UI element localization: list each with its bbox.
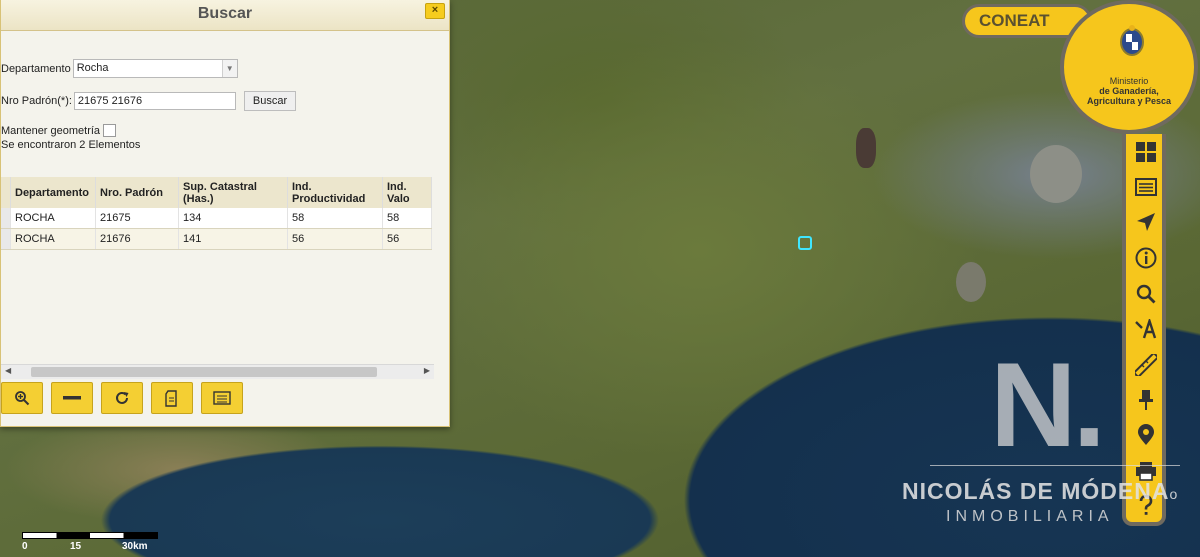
watermark-name-text: NICOLÁS DE MÓDENA xyxy=(902,478,1170,504)
padron-row: Nro Padrón(*): Buscar xyxy=(1,91,297,111)
column-header[interactable]: Sup. Catastral (Has.) xyxy=(178,177,288,208)
cell-valor: 56 xyxy=(382,228,432,250)
reservoir-feature xyxy=(856,128,876,168)
map-scale-bar: 0 15 30km xyxy=(20,532,160,554)
mantener-row: Mantener geometría xyxy=(1,124,117,137)
scale-label: 30km xyxy=(122,541,148,552)
list-icon xyxy=(213,391,231,405)
scroll-right-icon[interactable]: ▶ xyxy=(424,366,430,375)
cell-superficie: 134 xyxy=(178,208,288,229)
ministry-name: Ministerio de Ganadería, Agricultura y P… xyxy=(1064,76,1194,106)
close-button[interactable]: × xyxy=(425,3,445,19)
search-panel: Buscar × Departamento Rocha ▼ Nro Padrón… xyxy=(0,0,450,427)
lake-feature xyxy=(1030,145,1082,203)
column-header[interactable]: Nro. Padrón xyxy=(95,177,179,208)
scrollbar-thumb[interactable] xyxy=(31,367,377,377)
table-row[interactable]: ROCHA 21675 134 58 58 xyxy=(1,208,432,229)
cell-departamento: ROCHA xyxy=(10,208,96,229)
departamento-row: Departamento Rocha ▼ xyxy=(1,59,238,78)
watermark-initial: N. xyxy=(990,338,1106,472)
cell-valor: 58 xyxy=(382,208,432,229)
departamento-select[interactable]: Rocha ▼ xyxy=(72,59,238,78)
mantener-checkbox[interactable] xyxy=(103,124,117,137)
tools-sidebar xyxy=(1122,134,1166,526)
pin-icon[interactable] xyxy=(1134,388,1158,412)
lake-feature xyxy=(956,262,986,302)
report-button[interactable] xyxy=(151,382,193,414)
table-header-row: Departamento Nro. Padrón Sup. Catastral … xyxy=(1,177,432,208)
table-row[interactable]: ROCHA 21676 141 56 56 xyxy=(1,228,432,250)
row-gutter xyxy=(1,208,11,229)
ruler-icon[interactable] xyxy=(1134,353,1158,377)
departamento-label: Departamento xyxy=(1,62,71,75)
result-count: Se encontraron 2 Elementos xyxy=(1,139,141,151)
ministry-line3: Agricultura y Pesca xyxy=(1086,96,1172,106)
navigate-icon[interactable] xyxy=(1134,210,1158,234)
ministry-line2: de Ganadería, xyxy=(1099,86,1159,96)
cell-padron: 21676 xyxy=(95,228,179,250)
column-header[interactable]: Ind. Productividad xyxy=(287,177,383,208)
ministry-badge: Ministerio de Ganadería, Agricultura y P… xyxy=(1060,0,1198,134)
remove-button[interactable] xyxy=(51,382,93,414)
watermark-name: NICOLÁS DE MÓDENAo xyxy=(902,478,1178,505)
row-gutter xyxy=(1,228,11,250)
document-icon xyxy=(165,389,177,407)
row-gutter xyxy=(1,177,11,208)
cell-departamento: ROCHA xyxy=(10,228,96,250)
cell-productividad: 58 xyxy=(287,208,383,229)
parcel-highlight[interactable] xyxy=(798,236,812,250)
cell-padron: 21675 xyxy=(95,208,179,229)
ministry-shield-icon xyxy=(1120,25,1144,56)
ministry-line1: Ministerio xyxy=(1109,76,1149,86)
refresh-button[interactable] xyxy=(101,382,143,414)
panel-toolbar xyxy=(1,382,243,414)
watermark-divider xyxy=(930,465,1180,466)
layers-list-icon[interactable] xyxy=(1134,175,1158,199)
watermark-mark: o xyxy=(1169,486,1179,502)
buscar-button[interactable]: Buscar xyxy=(243,91,297,111)
scroll-left-icon[interactable]: ◀ xyxy=(5,366,11,375)
scale-bar-graphic xyxy=(22,532,158,539)
column-header[interactable]: Ind. Valo xyxy=(382,177,432,208)
cell-superficie: 141 xyxy=(178,228,288,250)
text-search-icon[interactable] xyxy=(1134,317,1158,341)
refresh-icon xyxy=(116,391,129,404)
result-row: Se encontraron 2 Elementos xyxy=(1,139,140,151)
panel-body: Departamento Rocha ▼ Nro Padrón(*): Busc… xyxy=(1,31,449,426)
grid-icon[interactable] xyxy=(1134,140,1158,164)
minus-icon xyxy=(63,396,81,400)
departamento-value: Rocha xyxy=(76,62,109,74)
cell-productividad: 56 xyxy=(287,228,383,250)
scale-label: 15 xyxy=(70,541,82,552)
list-button[interactable] xyxy=(201,382,243,414)
padron-input[interactable] xyxy=(73,92,236,110)
watermark-subtitle: INMOBILIARIA xyxy=(946,508,1114,525)
panel-title: Buscar xyxy=(197,5,253,22)
location-icon[interactable] xyxy=(1134,423,1158,447)
horizontal-scrollbar[interactable]: ◀ ▶ xyxy=(1,364,434,379)
padron-label: Nro Padrón(*): xyxy=(1,95,72,107)
chevron-down-icon[interactable]: ▼ xyxy=(221,60,237,77)
scale-label: 0 xyxy=(22,541,28,552)
search-icon[interactable] xyxy=(1134,282,1158,306)
column-header[interactable]: Departamento xyxy=(10,177,96,208)
info-icon[interactable] xyxy=(1134,246,1158,270)
mantener-label: Mantener geometría xyxy=(1,124,101,137)
panel-header: Buscar × xyxy=(1,0,449,31)
zoom-in-icon xyxy=(15,391,30,406)
zoom-in-button[interactable] xyxy=(1,382,43,414)
